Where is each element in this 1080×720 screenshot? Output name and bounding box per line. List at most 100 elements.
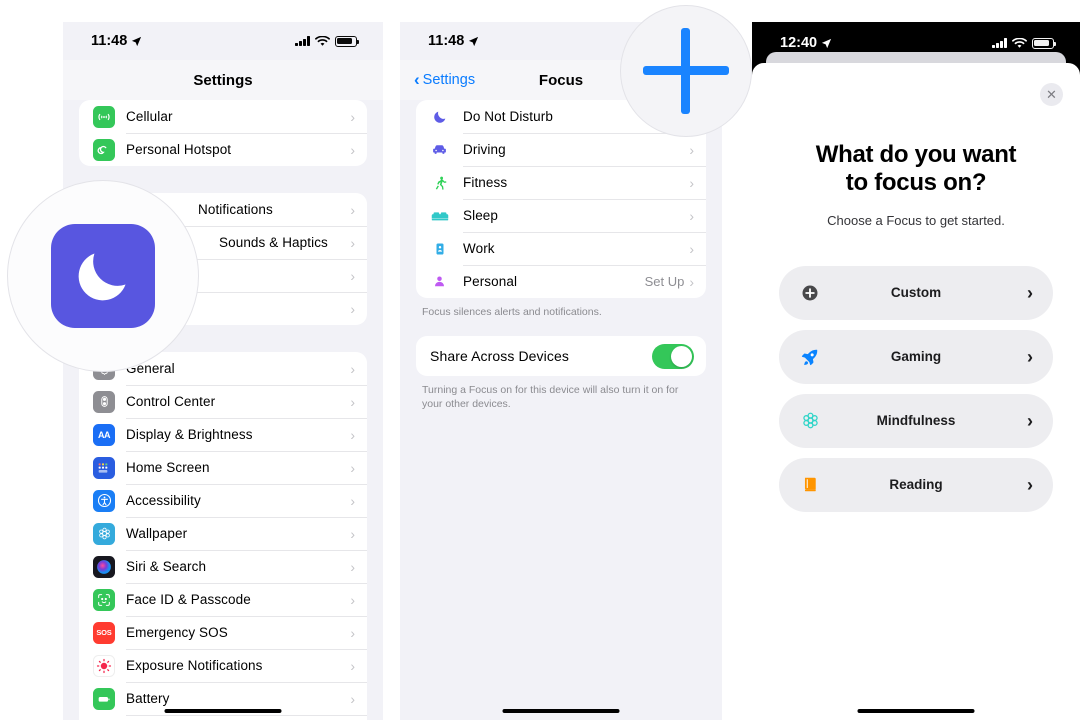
back-to-settings-button[interactable]: ‹ Settings [414, 71, 476, 88]
moon-icon [78, 253, 126, 301]
status-time: 12:40 [780, 35, 818, 51]
focus-option-mindfulness[interactable]: Mindfulness › [779, 393, 1053, 448]
home-indicator [164, 708, 282, 713]
list-item-fitness[interactable]: Fitness › [416, 166, 706, 199]
focus-option-gaming[interactable]: Gaming › [779, 329, 1053, 384]
add-focus-button-magnifier [620, 5, 752, 137]
list-item-work[interactable]: Work › [416, 232, 706, 265]
chevron-right-icon: › [350, 525, 355, 542]
chevron-right-icon: › [689, 174, 694, 191]
chevron-right-icon: › [350, 300, 355, 317]
status-bar: 11:48 [63, 22, 383, 60]
chevron-right-icon: › [350, 234, 355, 251]
cellular-signal-icon [295, 36, 310, 46]
focus-option-reading[interactable]: Reading › [779, 457, 1053, 512]
chevron-right-icon: › [350, 459, 355, 476]
cellular-icon [93, 105, 115, 128]
rocket-icon [799, 346, 821, 368]
share-across-devices-toggle[interactable] [652, 343, 694, 369]
home-indicator [502, 708, 620, 713]
chevron-right-icon: › [350, 393, 355, 410]
bed-icon [430, 205, 449, 227]
page-title: Settings [193, 71, 253, 89]
sidebar-item-label: Home Screen [126, 460, 210, 475]
list-item-driving[interactable]: Driving › [416, 133, 706, 166]
siri-search-icon [93, 555, 115, 578]
sidebar-item-label: Display & Brightness [126, 427, 253, 442]
focus-picker-screen: 12:40 ✕ What do you want to focus on? Ch… [752, 22, 1080, 720]
plus-circle-icon [799, 282, 821, 304]
sidebar-item-partial[interactable]: › [79, 715, 367, 720]
badge-icon [430, 238, 449, 260]
sidebar-item-label: General [126, 361, 175, 376]
focus-app-icon-magnifier [7, 180, 199, 372]
face-id-icon [93, 588, 115, 611]
battery-icon [335, 35, 360, 47]
home-indicator [857, 708, 975, 713]
plus-icon [643, 28, 729, 114]
battery-settings-icon [93, 687, 115, 710]
sidebar-item-exposure-notifications[interactable]: Exposure Notifications › [79, 649, 367, 682]
list-item-label: Work [463, 241, 495, 256]
chevron-right-icon: › [350, 267, 355, 284]
location-arrow-icon [469, 36, 479, 46]
chevron-right-icon: › [350, 141, 355, 158]
control-center-icon [93, 390, 115, 413]
book-icon [799, 474, 821, 496]
share-across-devices-group: Share Across Devices [416, 336, 706, 377]
location-arrow-icon [132, 36, 142, 46]
chevron-right-icon: › [689, 273, 694, 290]
chevron-right-icon: › [689, 207, 694, 224]
close-icon[interactable]: ✕ [1040, 83, 1063, 106]
share-across-devices-row[interactable]: Share Across Devices [416, 336, 706, 376]
focus-app-icon-tile [51, 224, 155, 328]
list-item-label: Personal [463, 274, 518, 289]
focus-footnote: Focus silences alerts and notifications. [422, 306, 602, 318]
sidebar-item-siri-search[interactable]: Siri & Search › [79, 550, 367, 583]
cellular-signal-icon [992, 38, 1007, 48]
person-icon [430, 271, 449, 293]
chevron-right-icon: › [350, 492, 355, 509]
focus-picker-sheet: ✕ What do you want to focus on? Choose a… [752, 63, 1080, 720]
display-brightness-icon: AA [93, 423, 115, 446]
car-icon [430, 139, 449, 161]
chevron-right-icon: › [350, 201, 355, 218]
status-bar-left: 11:48 [91, 33, 142, 49]
back-label: Settings [422, 72, 476, 88]
mindfulness-flower-icon [799, 410, 821, 432]
sidebar-item-cellular[interactable]: Cellular › [79, 100, 367, 133]
sidebar-item-display-brightness[interactable]: AA Display & Brightness › [79, 418, 367, 451]
exposure-notifications-icon [93, 654, 115, 677]
status-time: 11:48 [91, 33, 128, 49]
wifi-icon [1012, 37, 1027, 48]
settings-group-connectivity: Cellular › Personal Hotspot › [79, 100, 367, 166]
sidebar-item-accessibility[interactable]: Accessibility › [79, 484, 367, 517]
status-bar-left: 11:48 [428, 33, 479, 49]
sheet-subtitle: Choose a Focus to get started. [827, 212, 1005, 228]
home-screen-icon [93, 456, 115, 479]
location-arrow-icon [822, 38, 832, 48]
sidebar-item-emergency-sos[interactable]: SOS Emergency SOS › [79, 616, 367, 649]
sidebar-item-wallpaper[interactable]: Wallpaper › [79, 517, 367, 550]
sidebar-item-face-id-passcode[interactable]: Face ID & Passcode › [79, 583, 367, 616]
status-bar-right [295, 35, 360, 47]
sidebar-item-home-screen[interactable]: Home Screen › [79, 451, 367, 484]
list-item-value: Set Up [644, 274, 685, 289]
focus-option-custom[interactable]: Custom › [779, 265, 1053, 320]
status-bar-right [992, 37, 1057, 49]
list-item-sleep[interactable]: Sleep › [416, 199, 706, 232]
chevron-right-icon: › [1027, 474, 1033, 495]
chevron-right-icon: › [350, 558, 355, 575]
list-item-personal[interactable]: Personal Set Up › [416, 265, 706, 298]
share-across-devices-footnote: Turning a Focus on for this device will … [422, 384, 679, 411]
screenshot-stage: 11:48 Settings Cellular › Personal Hotsp… [0, 0, 1080, 720]
sheet-title: What do you want to focus on? [752, 141, 1080, 198]
list-item-label: Driving [463, 142, 506, 157]
sidebar-item-label: Emergency SOS [126, 625, 228, 640]
sidebar-item-control-center[interactable]: Control Center › [79, 385, 367, 418]
list-item-label: Fitness [463, 175, 508, 190]
chevron-right-icon: › [1027, 410, 1033, 431]
chevron-right-icon: › [350, 108, 355, 125]
chevron-right-icon: › [350, 591, 355, 608]
sidebar-item-personal-hotspot[interactable]: Personal Hotspot › [79, 133, 367, 166]
